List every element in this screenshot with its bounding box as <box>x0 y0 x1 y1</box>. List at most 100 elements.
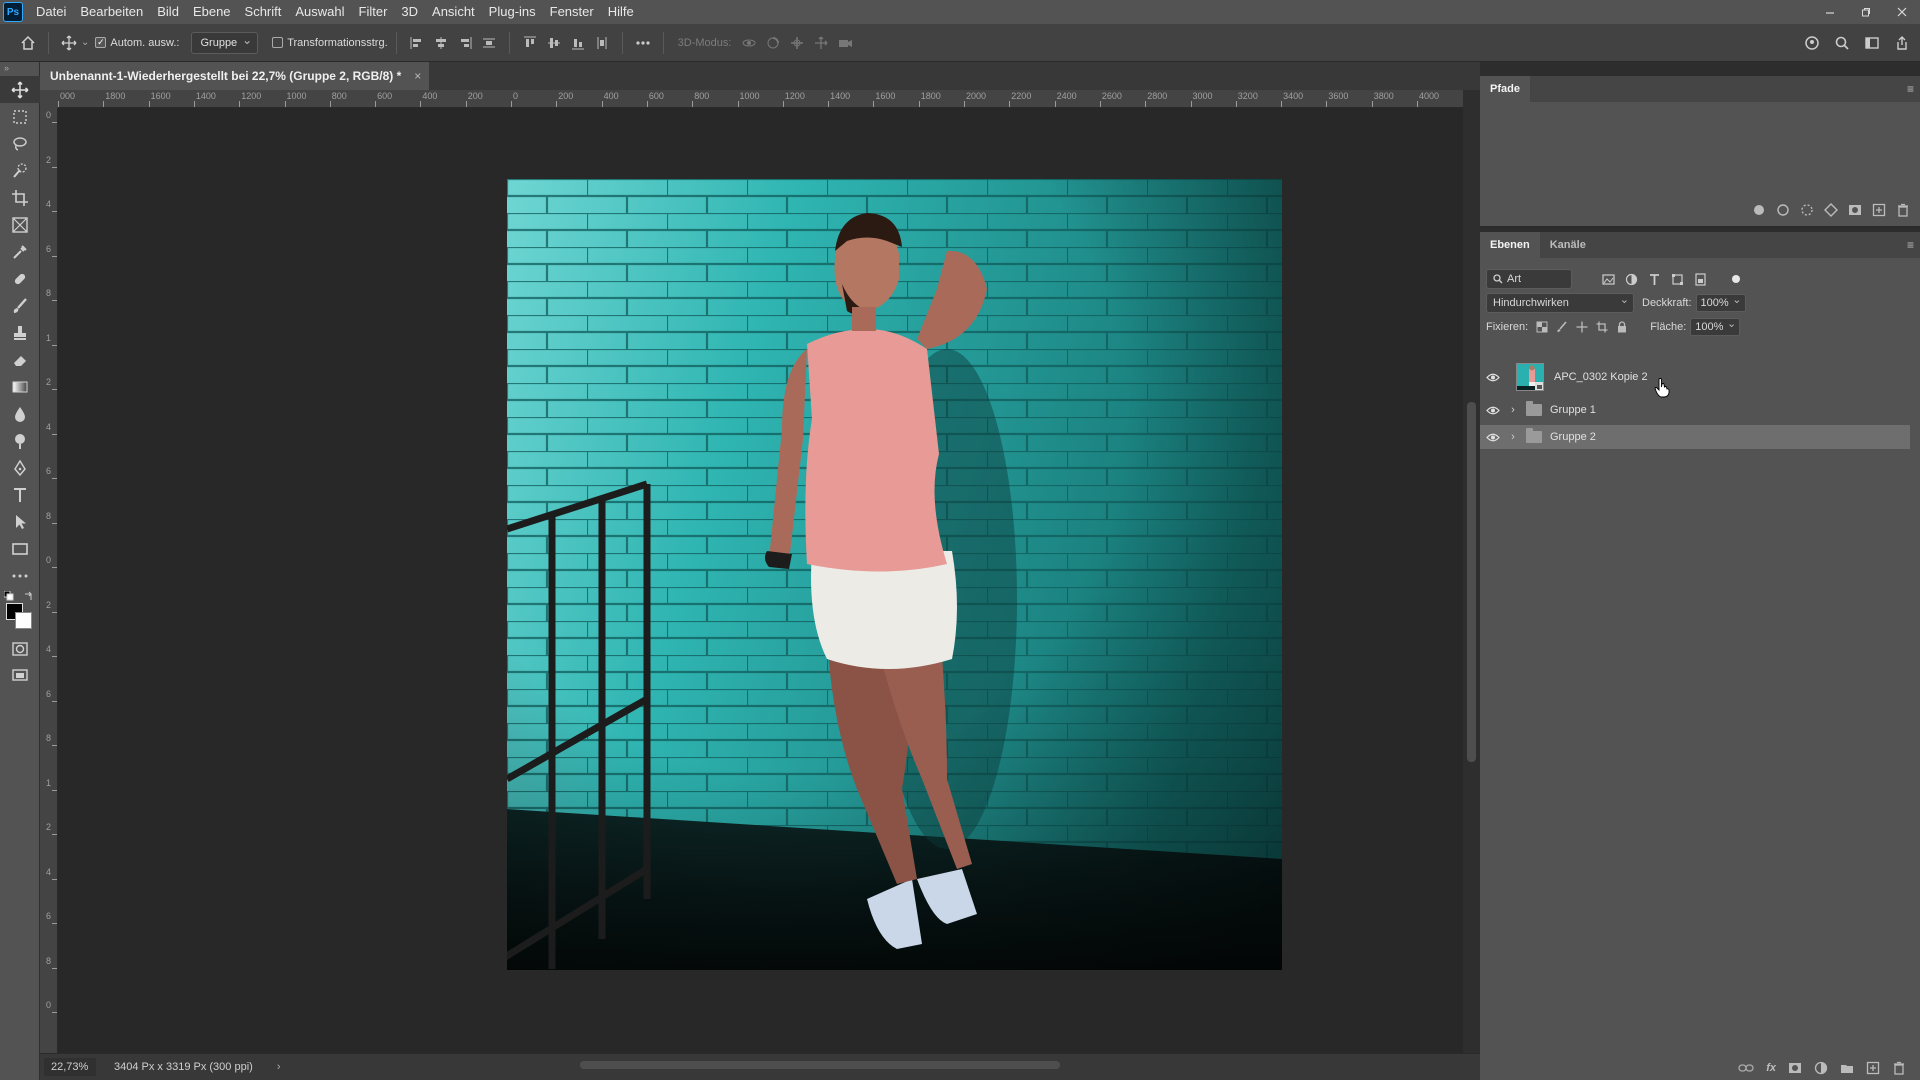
canvas-area[interactable] <box>58 108 1463 1053</box>
distribute-vertical-icon[interactable] <box>590 31 614 55</box>
filter-pixel-icon[interactable] <box>1602 273 1615 286</box>
path-selection-tool-icon[interactable] <box>0 508 40 535</box>
menu-plugins[interactable]: Plug-ins <box>482 0 543 24</box>
type-tool-icon[interactable] <box>0 481 40 508</box>
filter-smart-object-icon[interactable] <box>1694 272 1707 286</box>
quick-selection-tool-icon[interactable] <box>0 157 40 184</box>
crop-tool-icon[interactable] <box>0 184 40 211</box>
panel-menu-icon[interactable]: ≡ <box>1907 238 1914 252</box>
tab-layers[interactable]: Ebenen <box>1480 232 1540 258</box>
distribute-horizontal-icon[interactable] <box>477 31 501 55</box>
vertical-scroll-thumb[interactable] <box>1467 402 1476 762</box>
auto-select-target-dropdown[interactable]: Gruppe <box>191 30 259 54</box>
menu-ebene[interactable]: Ebene <box>186 0 238 24</box>
menu-3d[interactable]: 3D <box>394 0 425 24</box>
photoshop-logo-icon[interactable]: Ps <box>3 2 23 22</box>
add-layer-mask-icon[interactable] <box>1788 1061 1802 1075</box>
share-icon[interactable] <box>1890 31 1914 55</box>
swap-colors-icon[interactable] <box>24 591 34 601</box>
transform-controls-checkbox[interactable]: Transformationsstrg. <box>272 37 388 49</box>
blend-mode-dropdown[interactable]: Hindurchwirken <box>1486 291 1634 313</box>
vertical-ruler[interactable]: 0 2 4 6 8 1 2 4 6 8 0 2 4 6 8 1 2 4 6 8 0 <box>40 108 58 1053</box>
lock-transparency-icon[interactable] <box>1536 321 1548 333</box>
gradient-tool-icon[interactable] <box>0 373 40 400</box>
delete-layer-icon[interactable] <box>1892 1061 1906 1075</box>
fill-path-icon[interactable] <box>1752 203 1766 217</box>
marquee-tool-icon[interactable] <box>0 103 40 130</box>
tab-channels[interactable]: Kanäle <box>1540 232 1596 258</box>
new-layer-icon[interactable] <box>1866 1061 1880 1075</box>
collapse-icon[interactable]: » <box>0 62 39 76</box>
layer-row-gruppe-1[interactable]: › Gruppe 1 <box>1480 398 1910 422</box>
filter-type-icon[interactable] <box>1648 273 1661 286</box>
minimize-icon[interactable] <box>1812 0 1848 24</box>
lock-artboard-icon[interactable] <box>1596 321 1608 333</box>
expand-group-chevron-icon[interactable]: › <box>1506 431 1520 443</box>
pen-tool-icon[interactable] <box>0 454 40 481</box>
menu-ansicht[interactable]: Ansicht <box>425 0 482 24</box>
home-icon[interactable] <box>16 31 40 55</box>
auto-select-checkbox[interactable]: ✓ Autom. ausw.: <box>95 37 179 49</box>
delete-path-icon[interactable] <box>1896 203 1910 217</box>
horizontal-scroll-thumb[interactable] <box>580 1061 1060 1069</box>
screen-mode-icon[interactable] <box>0 662 40 689</box>
checkbox-checked-icon[interactable]: ✓ <box>95 37 107 48</box>
lock-all-icon[interactable] <box>1616 321 1628 333</box>
healing-brush-tool-icon[interactable] <box>0 265 40 292</box>
align-right-icon[interactable] <box>453 31 477 55</box>
more-tools-icon[interactable] <box>0 562 40 589</box>
layer-row-gruppe-2[interactable]: › Gruppe 2 <box>1480 425 1910 449</box>
filter-toggle-icon[interactable] <box>1731 274 1741 284</box>
menu-fenster[interactable]: Fenster <box>543 0 601 24</box>
checkbox-unchecked-icon[interactable] <box>272 37 284 48</box>
align-left-icon[interactable] <box>405 31 429 55</box>
visibility-eye-icon[interactable] <box>1480 433 1506 442</box>
close-tab-icon[interactable]: × <box>414 62 421 90</box>
move-tool-icon[interactable] <box>0 76 40 103</box>
layer-row-apc-kopie[interactable]: APC_0302 Kopie 2 <box>1480 360 1910 394</box>
filter-shape-icon[interactable] <box>1671 273 1684 286</box>
eyedropper-tool-icon[interactable] <box>0 238 40 265</box>
horizontal-ruler[interactable]: 000 1800 1600 1400 1200 1000 800 600 400 200 0 200 4… <box>58 90 1480 108</box>
menu-bild[interactable]: Bild <box>150 0 186 24</box>
make-work-path-icon[interactable] <box>1824 203 1838 217</box>
visibility-eye-icon[interactable] <box>1480 373 1506 382</box>
restore-icon[interactable] <box>1848 0 1884 24</box>
quick-mask-icon[interactable] <box>0 635 40 662</box>
tab-paths[interactable]: Pfade <box>1480 76 1530 102</box>
rectangle-tool-icon[interactable] <box>0 535 40 562</box>
blur-tool-icon[interactable] <box>0 400 40 427</box>
dodge-tool-icon[interactable] <box>0 427 40 454</box>
vertical-scrollbar[interactable] <box>1463 90 1480 1053</box>
chevron-down-icon[interactable]: ⌄ <box>81 37 89 48</box>
fill-field[interactable]: 100% <box>1690 316 1741 336</box>
search-icon[interactable] <box>1830 31 1854 55</box>
link-layers-icon[interactable] <box>1738 1063 1754 1073</box>
status-menu-arrow-icon[interactable]: › <box>277 1061 281 1073</box>
new-group-icon[interactable] <box>1840 1062 1854 1074</box>
new-path-icon[interactable] <box>1872 203 1886 217</box>
more-options-icon[interactable] <box>631 31 655 55</box>
learn-icon[interactable] <box>1800 31 1824 55</box>
add-mask-icon[interactable] <box>1848 203 1862 217</box>
load-path-as-selection-icon[interactable] <box>1800 203 1814 217</box>
expand-group-chevron-icon[interactable]: › <box>1506 404 1520 416</box>
layer-filter-dropdown[interactable]: Art <box>1486 269 1572 289</box>
lock-position-icon[interactable] <box>1576 321 1588 333</box>
menu-datei[interactable]: Datei <box>29 0 73 24</box>
menu-bearbeiten[interactable]: Bearbeiten <box>73 0 150 24</box>
ruler-origin[interactable] <box>40 90 58 108</box>
zoom-level-field[interactable]: 22,73% <box>44 1058 96 1076</box>
document-tab[interactable]: Unbenannt-1-Wiederhergestellt bei 22,7% … <box>40 62 430 90</box>
opacity-field[interactable]: 100% <box>1695 292 1746 312</box>
menu-auswahl[interactable]: Auswahl <box>288 0 351 24</box>
filter-adjustment-icon[interactable] <box>1625 273 1638 286</box>
new-adjustment-layer-icon[interactable] <box>1814 1061 1828 1075</box>
layer-thumbnail[interactable] <box>1516 363 1544 391</box>
default-colors-icon[interactable] <box>4 591 14 601</box>
layer-style-fx-icon[interactable]: fx <box>1766 1062 1776 1074</box>
menu-hilfe[interactable]: Hilfe <box>601 0 641 24</box>
lock-image-pixels-icon[interactable] <box>1556 321 1568 333</box>
document-image[interactable] <box>507 179 1282 970</box>
move-tool-preset-icon[interactable] <box>57 31 81 55</box>
